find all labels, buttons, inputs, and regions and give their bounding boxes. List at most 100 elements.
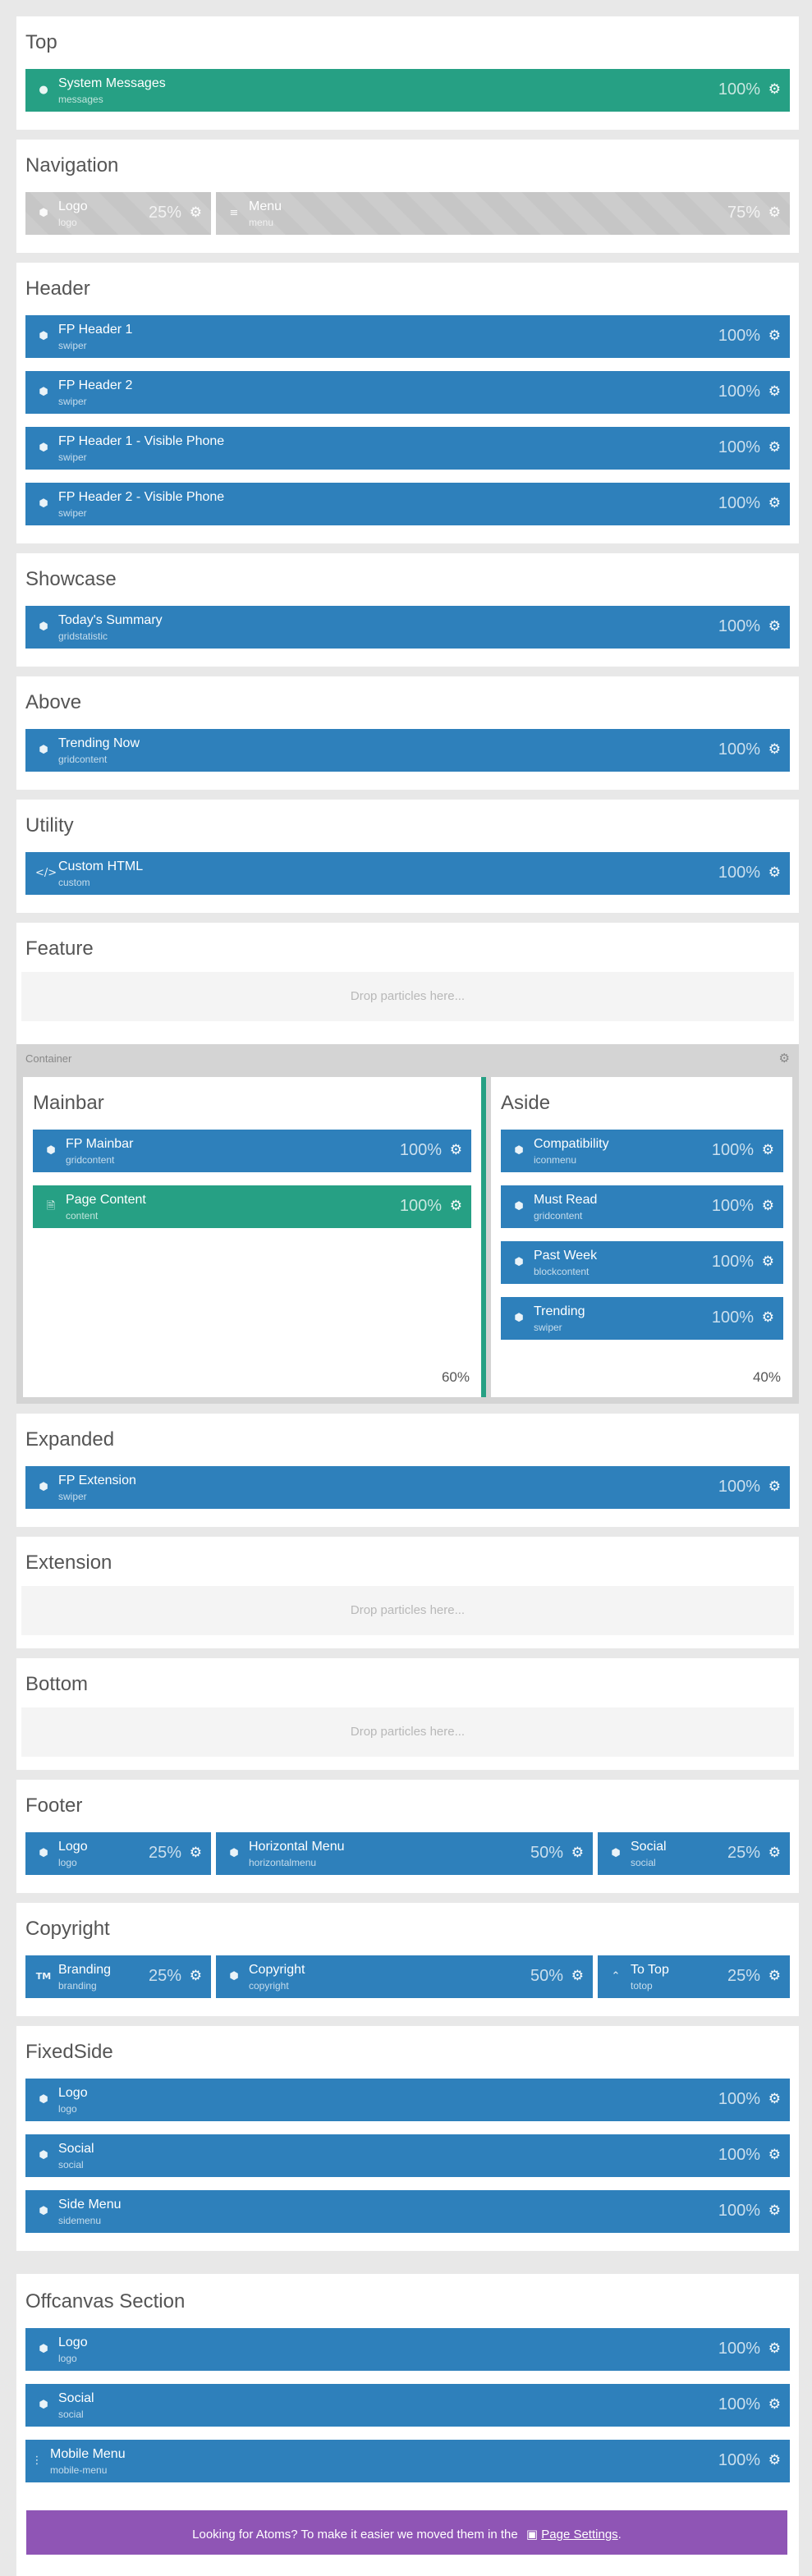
particle-title: Social [631, 1840, 667, 1854]
gear-icon[interactable]: ⚙ [768, 2202, 781, 2219]
gear-icon[interactable]: ⚙ [190, 1968, 202, 1984]
particle-type: swiper [58, 340, 87, 351]
particle-title: FP Extension [58, 1474, 136, 1487]
drop-zone[interactable]: Drop particles here... [21, 1707, 794, 1757]
atoms-notice-end: . [617, 2528, 622, 2542]
particle-side-menu[interactable]: ⬢ Side Menu sidemenu 100% ⚙ [25, 2190, 790, 2233]
particle-type: swiper [58, 396, 87, 407]
container-block: Container ⚙ Mainbar ⬢ FP Mainbar gridcon… [16, 1044, 799, 1404]
atoms-notice-text: Looking for Atoms? To make it easier we … [192, 2528, 518, 2542]
cube-icon: ⬢ [39, 2149, 48, 2161]
cube-icon: ⬢ [514, 1312, 524, 1324]
particle-offcanvas-logo[interactable]: ⬢ Logo logo 100% ⚙ [25, 2328, 790, 2371]
section-utility: Utility </> Custom HTML custom 100% ⚙ [16, 800, 799, 913]
gear-icon[interactable]: ⚙ [571, 1845, 584, 1861]
particle-fixedside-social[interactable]: ⬢ Social social 100% ⚙ [25, 2134, 790, 2177]
particle-system-messages[interactable]: ● System Messages messages 100% ⚙ [25, 69, 790, 112]
particle-type: gridcontent [534, 1210, 583, 1222]
particle-type: social [58, 2409, 84, 2420]
particle-fixedside-logo[interactable]: ⬢ Logo logo 100% ⚙ [25, 2079, 790, 2121]
gear-icon[interactable]: ⚙ [768, 81, 781, 98]
gear-icon[interactable]: ⚙ [450, 1142, 462, 1158]
gear-icon[interactable]: ⚙ [768, 495, 781, 511]
particle-page-content[interactable]: 🗎 Page Content content 100% ⚙ [33, 1185, 471, 1228]
particle-offcanvas-social[interactable]: ⬢ Social social 100% ⚙ [25, 2384, 790, 2427]
gear-icon[interactable]: ⚙ [768, 2147, 781, 2163]
section-title: Showcase [25, 568, 117, 590]
particle-width: 100% [718, 2340, 760, 2358]
gear-icon[interactable]: ⚙ [768, 741, 781, 758]
particle-menu[interactable]: ≡ Menu menu 75% ⚙ [216, 192, 790, 235]
particle-width: 100% [718, 740, 760, 759]
particle-type: logo [58, 217, 77, 228]
gear-icon[interactable]: ⚙ [768, 1478, 781, 1495]
trademark-icon: TM [35, 1971, 52, 1982]
gear-icon[interactable]: ⚙ [768, 439, 781, 456]
gear-icon[interactable]: ⚙ [768, 1968, 781, 1984]
particle-trending-now[interactable]: ⬢ Trending Now gridcontent 100% ⚙ [25, 729, 790, 772]
section-title: Expanded [25, 1428, 115, 1451]
particle-to-top[interactable]: ⌃ To Top totop 25% ⚙ [598, 1955, 790, 1998]
particle-mobile-menu[interactable]: ⋮ Mobile Menu mobile-menu 100% ⚙ [25, 2440, 790, 2482]
gear-icon[interactable]: ⚙ [779, 1051, 790, 1066]
particle-fp-header-2[interactable]: ⬢ FP Header 2 swiper 100% ⚙ [25, 371, 790, 414]
gear-icon[interactable]: ⚙ [768, 864, 781, 881]
gear-icon[interactable]: ⚙ [762, 1309, 774, 1326]
particle-past-week[interactable]: ⬢ Past Week blockcontent 100% ⚙ [501, 1241, 783, 1284]
particle-compatibility[interactable]: ⬢ Compatibility iconmenu 100% ⚙ [501, 1130, 783, 1172]
gear-icon[interactable]: ⚙ [768, 2396, 781, 2413]
particle-fp-header-1-phone[interactable]: ⬢ FP Header 1 - Visible Phone swiper 100… [25, 427, 790, 470]
gear-icon[interactable]: ⚙ [571, 1968, 584, 1984]
gear-icon[interactable]: ⚙ [768, 618, 781, 635]
particle-must-read[interactable]: ⬢ Must Read gridcontent 100% ⚙ [501, 1185, 783, 1228]
gear-icon[interactable]: ⚙ [768, 2452, 781, 2468]
gear-icon[interactable]: ⚙ [768, 2091, 781, 2107]
particle-footer-logo[interactable]: ⬢ Logo logo 25% ⚙ [25, 1832, 211, 1875]
cube-icon: ⬢ [514, 1256, 524, 1268]
particle-type: logo [58, 2103, 77, 2115]
gear-icon[interactable]: ⚙ [190, 204, 202, 221]
gear-icon[interactable]: ⚙ [768, 1845, 781, 1861]
particle-trending[interactable]: ⬢ Trending swiper 100% ⚙ [501, 1297, 783, 1340]
gear-icon[interactable]: ⚙ [768, 383, 781, 400]
column-resize-handle[interactable] [481, 1077, 486, 1397]
particle-fp-extension[interactable]: ⬢ FP Extension swiper 100% ⚙ [25, 1466, 790, 1509]
particle-logo[interactable]: ⬢ Logo logo 25% ⚙ [25, 192, 211, 235]
gear-icon[interactable]: ⚙ [190, 1845, 202, 1861]
page-settings-link[interactable]: Page Settings [541, 2528, 617, 2542]
gear-icon[interactable]: ⚙ [768, 328, 781, 344]
particle-todays-summary[interactable]: ⬢ Today's Summary gridstatistic 100% ⚙ [25, 606, 790, 649]
drop-zone[interactable]: Drop particles here... [21, 972, 794, 1021]
particle-custom-html[interactable]: </> Custom HTML custom 100% ⚙ [25, 852, 790, 895]
particle-title: Copyright [249, 1963, 305, 1977]
cube-icon: ⬢ [39, 2343, 48, 2355]
particle-type: totop [631, 1980, 653, 1992]
gear-icon[interactable]: ⚙ [762, 1198, 774, 1214]
section-title: Offcanvas Section [25, 2290, 186, 2312]
gear-icon[interactable]: ⚙ [762, 1254, 774, 1270]
cube-icon: ⬢ [514, 1200, 524, 1212]
particle-type: horizontalmenu [249, 1857, 317, 1868]
particle-width: 100% [711, 1197, 754, 1215]
drop-zone[interactable]: Drop particles here... [21, 1586, 794, 1635]
particle-width: 25% [727, 1844, 760, 1862]
gear-icon[interactable]: ⚙ [768, 2340, 781, 2357]
gear-icon[interactable]: ⚙ [450, 1198, 462, 1214]
particle-title: FP Header 2 - Visible Phone [58, 490, 225, 504]
particle-fp-mainbar[interactable]: ⬢ FP Mainbar gridcontent 100% ⚙ [33, 1130, 471, 1172]
particle-fp-header-1[interactable]: ⬢ FP Header 1 swiper 100% ⚙ [25, 315, 790, 358]
particle-copyright[interactable]: ⬢ Copyright copyright 50% ⚙ [216, 1955, 593, 1998]
particle-fp-header-2-phone[interactable]: ⬢ FP Header 2 - Visible Phone swiper 100… [25, 483, 790, 525]
cube-icon: ⬢ [39, 621, 48, 633]
cube-icon: ⬢ [39, 1847, 48, 1859]
gear-icon[interactable]: ⚙ [768, 204, 781, 221]
section-title: FixedSide [25, 2041, 113, 2063]
particle-width: 100% [711, 1309, 754, 1327]
particle-footer-social[interactable]: ⬢ Social social 25% ⚙ [598, 1832, 790, 1875]
particle-branding[interactable]: TM Branding branding 25% ⚙ [25, 1955, 211, 1998]
particle-type: swiper [58, 507, 87, 519]
gear-icon[interactable]: ⚙ [762, 1142, 774, 1158]
particle-horizontal-menu[interactable]: ⬢ Horizontal Menu horizontalmenu 50% ⚙ [216, 1832, 593, 1875]
section-copyright: Copyright TM Branding branding 25% ⚙ ⬢ C… [16, 1903, 799, 2016]
particle-width: 25% [148, 204, 181, 222]
